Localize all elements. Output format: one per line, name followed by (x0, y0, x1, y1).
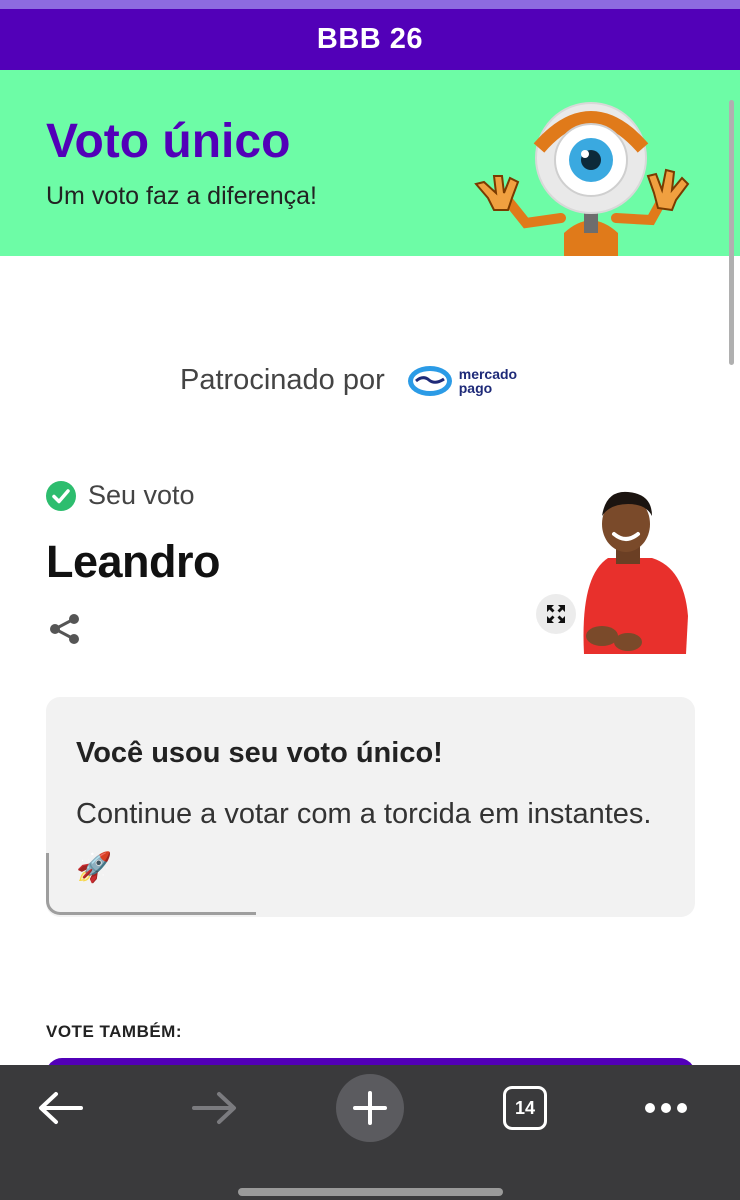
hero-banner: Voto único Um voto faz a diferença! (0, 70, 740, 256)
notice-body: Continue a votar com a torcida em instan… (76, 798, 652, 884)
mercado-pago-logo: mercado pago (407, 365, 517, 397)
sponsor-label: Patrocinado por (180, 364, 385, 396)
hero-title: Voto único (46, 115, 291, 168)
candidate-photo (583, 491, 688, 654)
expand-icon (547, 605, 565, 623)
tabs-icon: 14 (503, 1086, 547, 1130)
back-button[interactable] (20, 1073, 100, 1143)
more-icon (645, 1103, 687, 1113)
notice-title: Você usou seu voto único! (76, 737, 443, 769)
new-tab-button[interactable] (330, 1073, 410, 1143)
vote-used-notice: Você usou seu voto único! Continue a vot… (46, 697, 695, 917)
top-bar: BBB 26 (0, 0, 740, 70)
candidate-name: Leandro (46, 536, 221, 587)
forward-icon (192, 1092, 236, 1124)
hero-subtitle: Um voto faz a diferença! (46, 182, 317, 210)
mercado-pago-line1: mercado (458, 365, 518, 382)
expand-photo-button[interactable] (536, 594, 576, 634)
back-icon (39, 1092, 83, 1124)
vote-also-label: VOTE TAMBÉM: (46, 1022, 183, 1041)
vote-status-label: Seu voto (88, 480, 195, 510)
check-circle-icon (46, 480, 76, 511)
tabs-button[interactable]: 14 (485, 1073, 565, 1143)
new-tab-icon (353, 1091, 387, 1125)
forward-button[interactable] (175, 1073, 255, 1143)
handshake-icon (407, 365, 452, 396)
tab-count: 14 (514, 1097, 536, 1118)
app-title: BBB 26 (316, 23, 424, 55)
share-icon[interactable] (48, 612, 82, 646)
more-button[interactable] (626, 1073, 706, 1143)
mascot-icon (474, 102, 690, 256)
sponsor-row: Patrocinado por mercado pago (180, 364, 517, 397)
page-scrollbar[interactable] (729, 100, 734, 365)
mercado-pago-line2: pago (458, 379, 493, 396)
browser-toolbar: 14 (0, 1065, 740, 1200)
vote-status-row: Seu voto (46, 480, 195, 511)
home-indicator[interactable] (238, 1188, 503, 1196)
